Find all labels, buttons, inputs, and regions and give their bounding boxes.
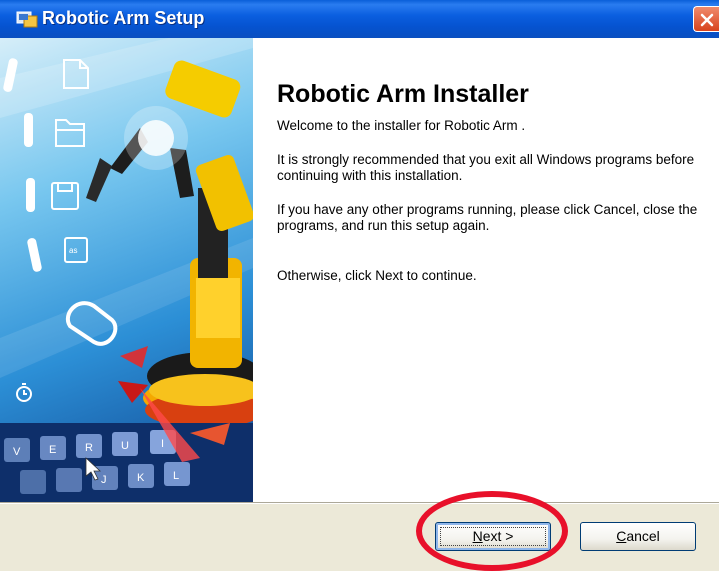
cancel-button[interactable]: Cancel: [580, 522, 696, 551]
welcome-text: Welcome to the installer for Robotic Arm…: [277, 118, 526, 133]
cancel-button-mnemonic: C: [616, 528, 627, 544]
cancel-instructions-text: If you have any other programs running, …: [277, 202, 698, 233]
exit-programs-text: It is strongly recommended that you exit…: [277, 152, 695, 183]
welcome-panel: Robotic Arm Installer Welcome to the ins…: [253, 38, 719, 502]
setup-app-icon: [16, 11, 38, 28]
installer-banner-image: as V E R U I J K L: [0, 38, 253, 502]
timer-icon: [16, 383, 32, 402]
key-label: I: [161, 438, 164, 450]
next-button[interactable]: Next >: [435, 522, 551, 551]
svg-text:as: as: [69, 246, 77, 255]
focus-rectangle: [440, 527, 546, 546]
window-title: Robotic Arm Setup: [42, 8, 205, 28]
folder-icon: [55, 119, 85, 147]
key-label: J: [101, 474, 107, 486]
title-bar[interactable]: Robotic Arm Setup: [0, 0, 719, 39]
close-button[interactable]: [693, 6, 719, 32]
close-icon: [700, 13, 714, 27]
page-title: Robotic Arm Installer: [277, 80, 529, 108]
floppy-disk-icon: [51, 182, 79, 210]
key-label: K: [137, 472, 145, 484]
text-file-icon: as: [64, 237, 88, 263]
continue-instructions-text: Otherwise, click Next to continue.: [277, 268, 477, 283]
key-label: U: [121, 440, 129, 452]
key-label: R: [85, 442, 93, 454]
key-label: L: [173, 470, 179, 482]
key-label: E: [49, 444, 56, 456]
key-label: V: [13, 446, 21, 458]
cancel-button-label: ancel: [626, 528, 660, 544]
footer-divider: [0, 502, 719, 504]
